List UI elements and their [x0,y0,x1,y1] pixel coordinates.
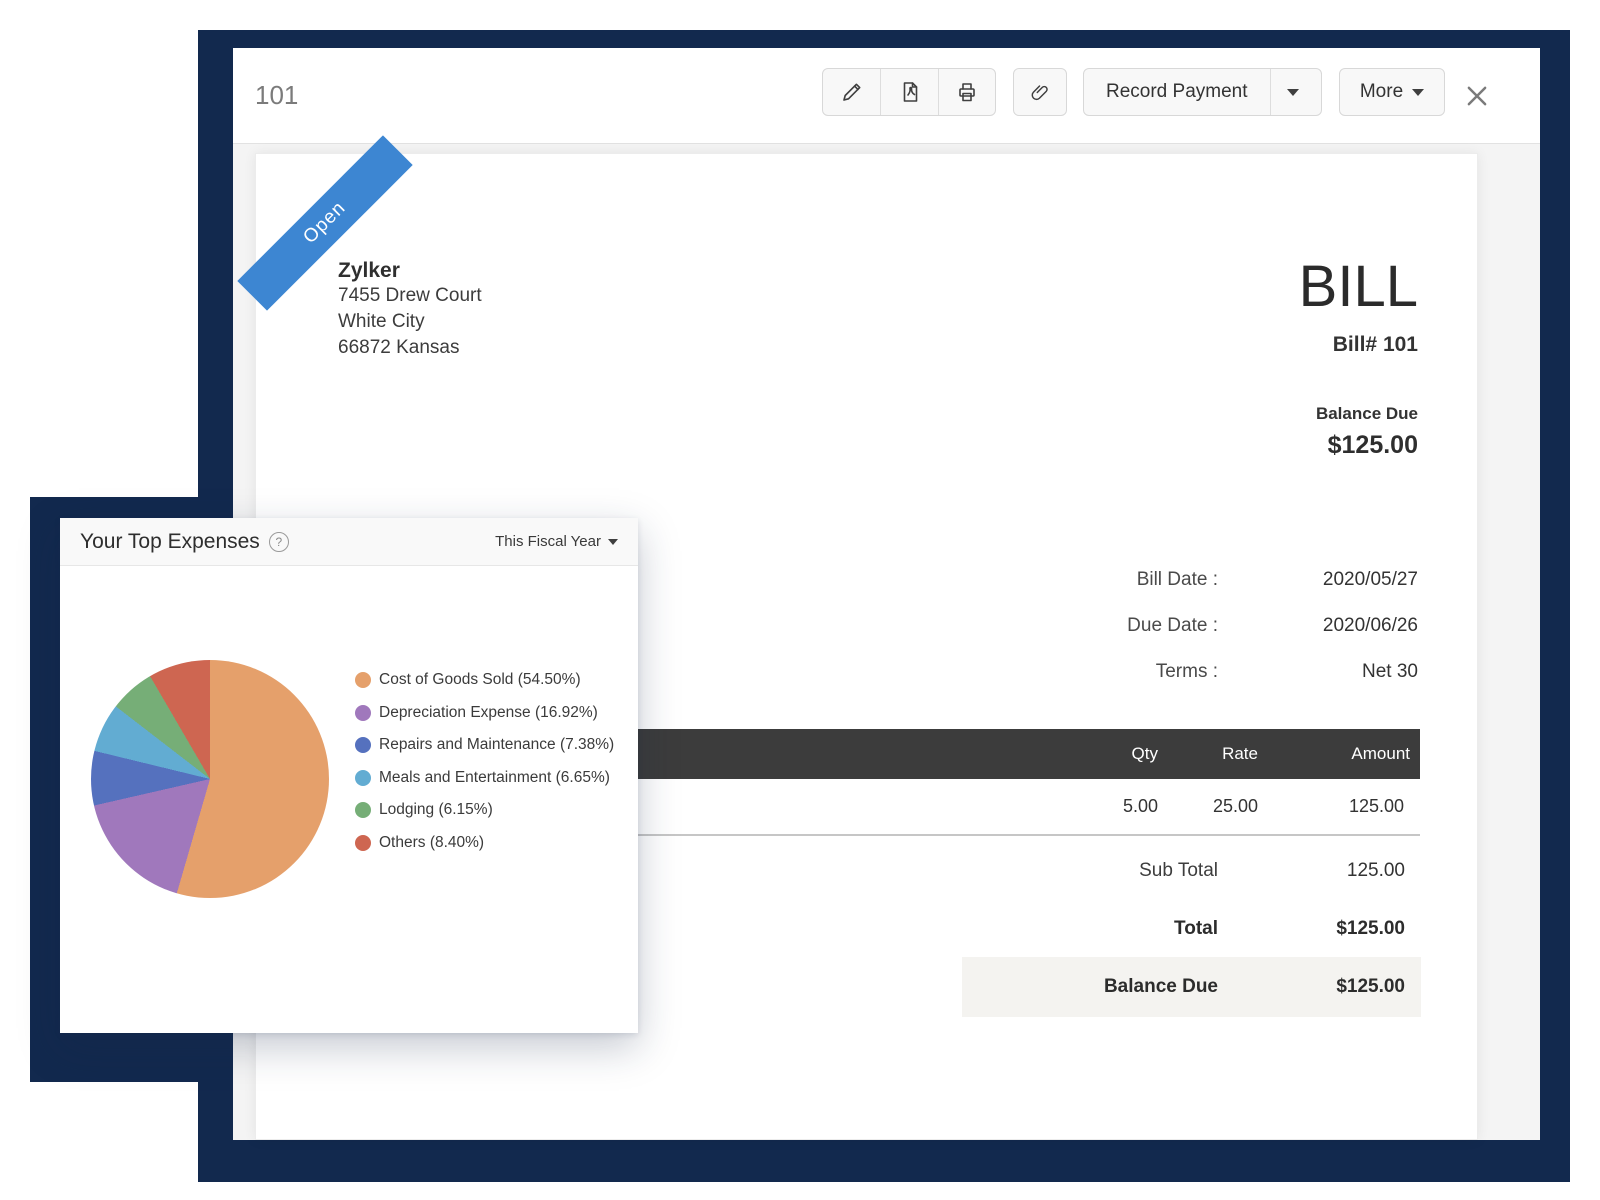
legend-item: Others (8.40%) [355,833,614,853]
balance-due-value: $125.00 [1299,431,1418,460]
pie-legend: Cost of Goods Sold (54.50%) Depreciation… [355,670,614,853]
bill-date-row: Bill Date : 2020/05/27 [916,566,1421,594]
legend-swatch [355,705,371,721]
item-amount: 125.00 [1264,779,1404,834]
legend-swatch [355,737,371,753]
balance-row-label: Balance Due [962,976,1218,998]
period-selector[interactable]: This Fiscal Year [495,533,618,550]
legend-swatch [355,802,371,818]
edit-button[interactable] [823,69,880,115]
frame-left-lower [198,1082,233,1182]
attach-file-button[interactable] [1013,68,1067,116]
chevron-down-icon [1412,89,1424,96]
toolbar: 101 Record Payment More [233,48,1540,144]
vendor-address-block: Zylker 7455 Drew Court White City 66872 … [338,259,482,361]
pdf-button[interactable] [880,69,937,115]
legend-item: Lodging (6.15%) [355,800,614,820]
bill-number: Bill# 101 [1299,333,1418,357]
legend-label: Repairs and Maintenance (7.38%) [379,736,614,754]
bill-title-block: BILL Bill# 101 Balance Due $125.00 [1299,258,1418,460]
legend-swatch [355,770,371,786]
record-payment-label: Record Payment [1084,81,1270,103]
frame-right [1540,30,1570,1182]
total-label: Total [916,918,1218,940]
paperclip-icon [1029,81,1051,103]
legend-label: Lodging (6.15%) [379,801,493,819]
vendor-address-line: 66872 Kansas [338,335,482,361]
legend-item: Cost of Goods Sold (54.50%) [355,670,614,690]
record-payment-dropdown[interactable] [1270,69,1316,115]
card-title: Your Top Expenses [80,530,260,554]
legend-item: Depreciation Expense (16.92%) [355,703,614,723]
legend-item: Meals and Entertainment (6.65%) [355,768,614,788]
document-actions-group [822,68,996,116]
total-value: $125.00 [1218,918,1421,940]
frame-card-bottom [30,1033,233,1082]
card-header: Your Top Expenses ? This Fiscal Year [60,518,638,566]
legend-swatch [355,835,371,851]
subtotal-label: Sub Total [916,860,1218,882]
printer-icon [955,80,979,104]
frame-card-top [30,497,233,518]
legend-item: Repairs and Maintenance (7.38%) [355,735,614,755]
expenses-pie-chart [91,660,329,898]
vendor-address-line: 7455 Drew Court [338,283,482,309]
chevron-down-icon [1287,89,1299,96]
legend-label: Others (8.40%) [379,834,484,852]
vendor-address-line: White City [338,309,482,335]
total-row: Total $125.00 [916,912,1421,946]
column-header-rate: Rate [1118,729,1258,779]
legend-label: Depreciation Expense (16.92%) [379,704,598,722]
bill-date-value: 2020/05/27 [1218,569,1421,591]
period-selector-label: This Fiscal Year [495,533,601,550]
more-label: More [1360,81,1403,103]
column-header-amount: Amount [1270,729,1410,779]
due-date-row: Due Date : 2020/06/26 [916,612,1421,640]
bill-date-label: Bill Date : [916,569,1218,591]
help-icon[interactable]: ? [269,532,289,552]
top-expenses-card: Your Top Expenses ? This Fiscal Year Cos… [60,518,638,1033]
bill-number-heading: 101 [255,48,298,143]
frame-top [198,30,1570,48]
due-date-value: 2020/06/26 [1218,615,1421,637]
vendor-name: Zylker [338,259,482,283]
frame-card-left [30,497,60,1082]
pencil-icon [840,80,864,104]
legend-swatch [355,672,371,688]
balance-due-row: Balance Due $125.00 [962,957,1421,1017]
subtotal-row: Sub Total 125.00 [916,854,1421,888]
close-icon [1462,81,1492,111]
record-payment-button[interactable]: Record Payment [1083,68,1322,116]
terms-row: Terms : Net 30 [916,658,1421,686]
legend-label: Cost of Goods Sold (54.50%) [379,671,581,689]
document-type-title: BILL [1299,258,1418,316]
close-button[interactable] [1455,76,1499,116]
terms-label: Terms : [916,661,1218,683]
balance-due-label: Balance Due [1299,404,1418,424]
terms-value: Net 30 [1218,661,1421,683]
print-button[interactable] [938,69,995,115]
chevron-down-icon [608,539,618,545]
item-rate: 25.00 [1118,779,1258,834]
balance-row-value: $125.00 [1218,976,1421,998]
frame-bottom [233,1140,1570,1182]
page: 101 Record Payment More [0,0,1600,1200]
more-button[interactable]: More [1339,68,1445,116]
legend-label: Meals and Entertainment (6.65%) [379,769,610,787]
subtotal-value: 125.00 [1218,860,1421,882]
pdf-icon [898,80,922,104]
due-date-label: Due Date : [916,615,1218,637]
frame-left-upper [198,30,233,518]
